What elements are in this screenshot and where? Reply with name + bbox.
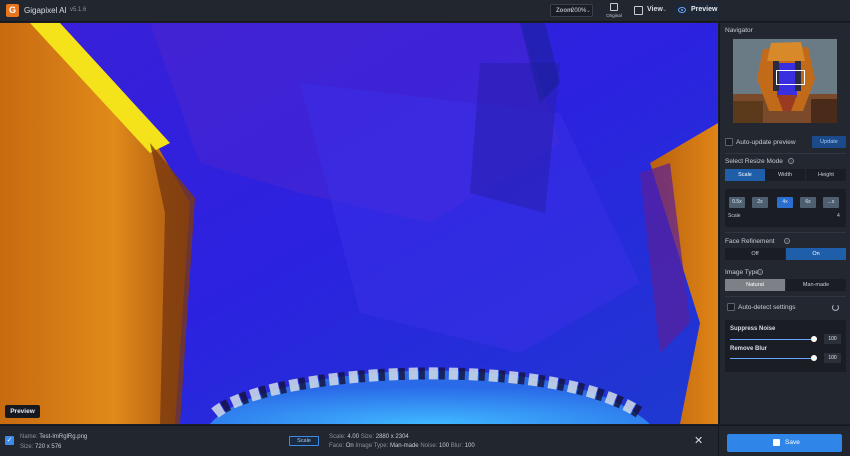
preview-toggle-label: Preview xyxy=(691,6,718,13)
suppress-noise-slider[interactable] xyxy=(730,339,814,340)
chevron-down-icon: ⌄ xyxy=(586,8,592,14)
refresh-icon[interactable] xyxy=(832,304,839,311)
app-title: Gigapixel AI xyxy=(24,6,67,15)
file-name-label: Name: xyxy=(20,434,38,440)
scale-option-4x[interactable]: 4x xyxy=(777,197,793,208)
original-label: Original xyxy=(606,13,622,18)
face-meta-label: Face: xyxy=(329,443,345,449)
update-button[interactable]: Update xyxy=(812,136,846,148)
zoom-label: Zoom xyxy=(556,8,573,14)
image-type-meta-value: Man-made xyxy=(389,443,419,449)
suppress-noise-thumb[interactable] xyxy=(811,336,817,342)
file-size-value: 720 x 576 xyxy=(35,444,62,450)
output-size-label: Size: xyxy=(360,434,375,440)
image-type-man-made[interactable]: Man-made xyxy=(786,279,846,291)
navigator-thumbnail[interactable] xyxy=(733,39,837,123)
remove-blur-label: Remove Blur xyxy=(730,346,768,352)
chevron-down-icon: ⌄ xyxy=(662,7,668,13)
mode-chip: Scale xyxy=(289,436,319,446)
view-icon[interactable] xyxy=(634,6,643,15)
output-meta-line-2: Face: On Image Type: Man-made Noise: 100… xyxy=(329,443,475,449)
divider xyxy=(718,426,719,456)
original-icon xyxy=(610,3,618,11)
preview-badge: Preview xyxy=(5,405,40,418)
scale-option-6x[interactable]: 6x xyxy=(800,197,816,208)
help-icon[interactable]: ? xyxy=(757,269,763,275)
file-size-label: Size: xyxy=(20,444,34,450)
help-icon[interactable]: ? xyxy=(788,158,794,164)
file-size-line: Size: 720 x 576 xyxy=(20,444,61,450)
save-button[interactable]: Save xyxy=(727,434,842,452)
auto-update-label: Auto-update preview xyxy=(736,139,796,146)
preview-image xyxy=(0,23,718,424)
auto-detect-label: Auto-detect settings xyxy=(738,304,796,311)
gigapixel-logo-icon: G xyxy=(6,4,19,17)
zoom-value: 200% xyxy=(571,8,587,14)
file-name-value: Test-ImRglRg.png xyxy=(39,434,88,440)
scale-option-2x[interactable]: 2x xyxy=(752,197,768,208)
face-refinement-on[interactable]: On xyxy=(786,248,846,260)
scale-option-0.5x[interactable]: 0.5x xyxy=(729,197,745,208)
enhancement-sliders: Suppress Noise 100 Remove Blur 100 xyxy=(725,320,846,372)
resize-mode-width[interactable]: Width xyxy=(765,169,805,181)
image-type-title: Image Type xyxy=(725,269,759,276)
scale-value: 4 xyxy=(837,213,840,219)
preview-toggle-button[interactable]: Preview xyxy=(673,2,719,19)
resize-mode-title: Select Resize Mode xyxy=(725,158,783,165)
scale-meta-label: Scale: xyxy=(329,434,346,440)
divider xyxy=(725,232,846,233)
navigator-viewport-rect[interactable] xyxy=(776,70,805,85)
eye-icon xyxy=(678,7,686,13)
output-meta-line-1: Scale: 4.00 Size: 2880 x 2304 xyxy=(329,434,409,440)
divider xyxy=(725,153,846,154)
scale-option-custom[interactable]: ...x xyxy=(823,197,839,208)
divider xyxy=(725,296,846,297)
original-button[interactable]: Original xyxy=(603,2,625,20)
image-type-meta-label: Image Type: xyxy=(355,443,389,449)
title-bar: G Gigapixel AI v5.1.6 Zoom 200% ⌄ Origin… xyxy=(0,0,850,22)
suppress-noise-value[interactable]: 100 xyxy=(824,334,841,344)
file-select-checkbox[interactable]: ✓ xyxy=(5,436,14,445)
remove-blur-thumb[interactable] xyxy=(811,355,817,361)
help-icon[interactable]: ? xyxy=(784,238,790,244)
blur-meta-label: Blur: xyxy=(450,443,464,449)
scale-meta-value: 4.00 xyxy=(347,434,360,440)
view-dropdown[interactable]: View xyxy=(647,6,663,13)
noise-meta-label: Noise: xyxy=(420,443,438,449)
resize-mode-height[interactable]: Height xyxy=(806,169,846,181)
face-refinement-title: Face Refinement xyxy=(725,238,775,245)
app-version: v5.1.6 xyxy=(70,7,87,13)
suppress-noise-label: Suppress Noise xyxy=(730,326,776,332)
image-preview-canvas[interactable]: Preview xyxy=(0,23,718,424)
save-icon xyxy=(773,439,780,446)
face-refinement-off[interactable]: Off xyxy=(725,248,785,260)
settings-panel: Navigator Auto-update preview Update Sel… xyxy=(719,23,850,424)
scale-label: Scale xyxy=(728,213,741,219)
file-name-line: Name: Test-ImRglRg.png xyxy=(20,434,87,440)
output-size-value: 2880 x 2304 xyxy=(375,434,409,440)
zoom-dropdown[interactable]: Zoom 200% ⌄ xyxy=(550,4,593,17)
resize-mode-scale[interactable]: Scale xyxy=(725,169,765,181)
save-label: Save xyxy=(785,439,800,446)
auto-update-checkbox[interactable] xyxy=(725,138,733,146)
face-meta-value: On xyxy=(345,443,354,449)
remove-blur-slider[interactable] xyxy=(730,358,814,359)
remove-blur-value[interactable]: 100 xyxy=(824,353,841,363)
scale-options-box: 0.5x 2x 4x 6x ...x Scale 4 xyxy=(725,189,846,227)
blur-meta-value: 100 xyxy=(464,443,475,449)
noise-meta-value: 100 xyxy=(439,443,450,449)
auto-detect-checkbox[interactable] xyxy=(727,303,735,311)
navigator-title: Navigator xyxy=(725,27,753,34)
image-type-natural[interactable]: Natural xyxy=(725,279,785,291)
status-bar: ✓ Name: Test-ImRglRg.png Size: 720 x 576… xyxy=(0,425,850,456)
close-icon[interactable]: ✕ xyxy=(694,434,703,447)
